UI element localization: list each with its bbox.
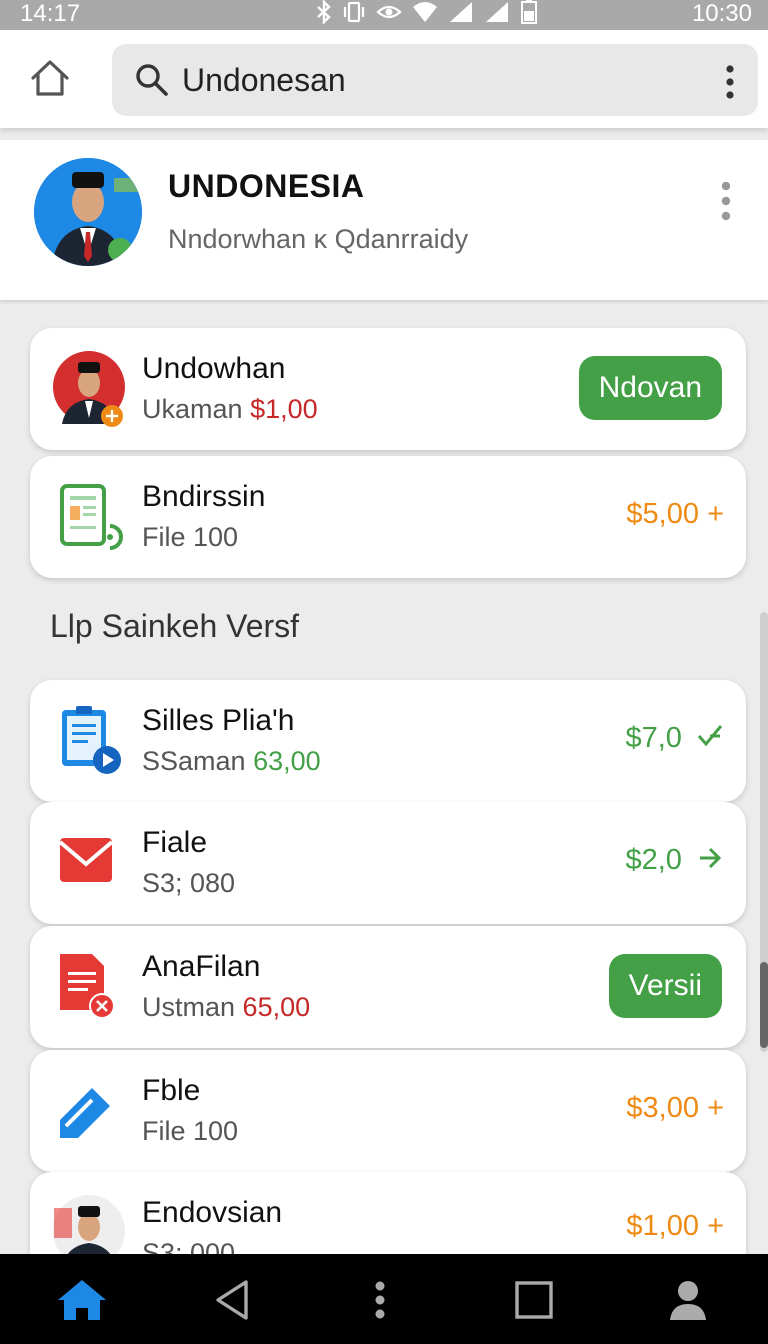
list-item[interactable]: Bndirssin File 100 $5,00 +: [30, 456, 746, 578]
status-time-right: 10:30: [691, 0, 752, 27]
item-price-value: $5,00: [626, 498, 699, 530]
item-subtitle: File 100: [142, 522, 239, 552]
item-title: Bndirssin: [142, 480, 266, 513]
status-bar: 14:17 10:30: [0, 0, 768, 30]
list-item[interactable]: Silles Plia'h SSaman 63,00 $7,0: [30, 680, 746, 802]
item-price[interactable]: $3,00 +: [626, 1092, 724, 1125]
plus-icon[interactable]: +: [707, 1092, 724, 1124]
item-subtitle: Ukaman $1,00: [142, 394, 318, 425]
item-subtitle: SSaman 63,00: [142, 746, 321, 777]
person-photo-icon: [52, 350, 130, 428]
item-price-value: $7,0: [625, 722, 682, 754]
mail-icon: [52, 824, 130, 902]
item-amount: 63,00: [253, 746, 321, 776]
more-icon: [375, 1281, 385, 1319]
list-item[interactable]: AnaFilan Ustman 65,00 Versii: [30, 926, 746, 1048]
tablet-document-icon: [52, 478, 130, 556]
ndovan-button[interactable]: Ndovan: [578, 356, 722, 420]
list-item[interactable]: Undowhan Ukaman $1,00 Ndovan: [30, 328, 746, 450]
item-title: Silles Plia'h: [142, 704, 295, 737]
search-field[interactable]: Undonesan: [112, 44, 758, 116]
nav-more-button[interactable]: [352, 1274, 408, 1326]
top-app-bar: Undonesan: [0, 30, 768, 128]
item-price[interactable]: $1,00 +: [626, 1210, 724, 1243]
item-amount: $1,00: [250, 394, 318, 424]
scrollbar[interactable]: [760, 612, 768, 1052]
arrow-right-icon[interactable]: [696, 844, 724, 872]
nav-recents-button[interactable]: [506, 1274, 562, 1326]
versii-button[interactable]: Versii: [608, 954, 722, 1018]
list-item[interactable]: Fble File 100 $3,00 +: [30, 1050, 746, 1172]
nav-back-button[interactable]: [204, 1274, 260, 1326]
item-price[interactable]: $7,0: [625, 722, 724, 755]
section-title: Llp Sainkeh Versf: [50, 608, 300, 644]
battery-icon: [520, 0, 538, 32]
person-photo-icon: [52, 1194, 130, 1254]
nav-home-button[interactable]: [54, 1274, 110, 1326]
item-sub-label: SSaman: [142, 746, 246, 776]
home-icon: [58, 1280, 106, 1320]
plus-icon[interactable]: +: [707, 1210, 724, 1242]
item-amount: 65,00: [242, 992, 311, 1022]
check-arrow-icon[interactable]: [696, 722, 724, 750]
home-button[interactable]: [26, 52, 74, 104]
nav-profile-button[interactable]: [660, 1274, 716, 1326]
eye-icon: [376, 0, 402, 31]
item-subtitle: S3; 000: [142, 1238, 236, 1254]
search-query[interactable]: Undonesan: [182, 44, 346, 116]
item-subtitle: S3; 080: [142, 868, 236, 898]
recents-icon: [515, 1281, 553, 1319]
status-icons: [316, 0, 538, 31]
item-price-value: $2,0: [625, 844, 682, 876]
back-icon: [216, 1280, 248, 1320]
item-title: AnaFilan: [142, 950, 261, 983]
item-price-value: $1,00: [626, 1210, 699, 1242]
list-item[interactable]: Fiale S3; 080 $2,0: [30, 802, 746, 924]
item-sub-label: Ustman: [142, 992, 236, 1022]
more-vert-icon[interactable]: [720, 180, 732, 222]
clipboard-play-icon: [52, 702, 130, 780]
item-title: Undowhan: [142, 352, 286, 385]
signal-2-icon: [484, 0, 510, 31]
tag-icon: [52, 1072, 130, 1150]
item-title: Fiale: [142, 826, 208, 859]
list-item[interactable]: Endovsian S3; 000 $1,00 +: [30, 1172, 746, 1254]
item-subtitle: Ustman 65,00: [142, 992, 310, 1023]
avatar[interactable]: [34, 158, 142, 266]
more-vert-icon[interactable]: [724, 64, 736, 100]
profile-header: UNDONESIA Nndorwhan κ Qdanrraidy: [0, 140, 768, 300]
item-subtitle: File 100: [142, 1116, 239, 1146]
item-price[interactable]: $2,0: [625, 844, 724, 877]
signal-icon: [448, 0, 474, 31]
bottom-nav-bar: [0, 1254, 768, 1344]
item-price-value: $3,00: [626, 1092, 699, 1124]
document-error-icon: [52, 948, 130, 1026]
plus-icon[interactable]: +: [707, 498, 724, 530]
item-sub-label: Ukaman: [142, 394, 243, 424]
person-photo-icon: [34, 158, 142, 266]
search-icon: [136, 64, 168, 96]
item-price[interactable]: $5,00 +: [626, 498, 724, 531]
item-title: Endovsian: [142, 1196, 283, 1229]
wifi-icon: [412, 0, 438, 31]
profile-name: UNDONESIA: [168, 168, 365, 204]
status-time-left: 14:17: [20, 0, 81, 27]
profile-subtitle: Nndorwhan κ Qdanrraidy: [168, 224, 469, 254]
vibrate-icon: [342, 0, 366, 31]
bluetooth-icon: [316, 0, 332, 31]
home-outline-icon: [31, 60, 69, 96]
item-title: Fble: [142, 1074, 201, 1107]
profile-icon: [670, 1281, 706, 1320]
scrollbar-thumb[interactable]: [760, 962, 768, 1048]
